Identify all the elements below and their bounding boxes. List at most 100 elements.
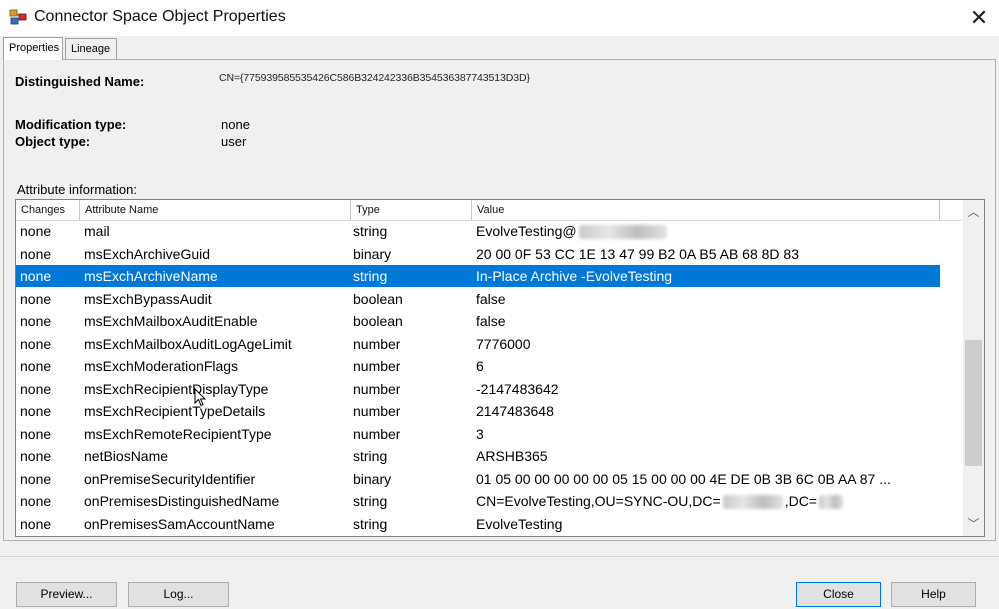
cell-type: boolean [353, 313, 403, 329]
cell-value: false [476, 313, 506, 329]
cell-changes: none [20, 448, 52, 464]
window-title: Connector Space Object Properties [34, 8, 286, 25]
cell-type: string [353, 515, 388, 532]
cell-type: number [353, 335, 401, 352]
help-button[interactable]: Help [891, 582, 976, 607]
cell-attribute-name: msExchArchiveName [84, 268, 218, 284]
cell-value: 6 [476, 358, 484, 374]
column-header-type[interactable]: Type [351, 200, 472, 220]
cell-attribute-name: onPremisesSamAccountName [84, 515, 275, 532]
cell-changes: none [20, 223, 52, 239]
cell-value: false [476, 290, 506, 307]
scroll-up-arrow-icon[interactable]: ︿ [963, 202, 984, 222]
scrollbar-thumb[interactable] [965, 340, 982, 466]
cell-attribute-name: onPremiseSecurityIdentifier [84, 470, 256, 487]
cell-type: string [353, 493, 388, 509]
attribute-grid[interactable]: Changes Attribute Name Type Value none m… [15, 199, 985, 537]
mouse-cursor-icon [194, 388, 206, 407]
distinguished-name-value: CN={775939585535426C586B324242336B354536… [219, 72, 530, 84]
table-row-selected[interactable]: none msExchArchiveName string In-Place A… [16, 265, 940, 287]
object-type-value: user [221, 134, 247, 149]
tab-lineage[interactable]: Lineage [65, 38, 117, 59]
table-row[interactable]: none msExchRecipientTypeDetails number 2… [16, 400, 940, 422]
cell-attribute-name: msExchRemoteRecipientType [84, 425, 272, 442]
redacted-blur [578, 225, 667, 240]
cell-value: EvolveTesting [476, 515, 563, 532]
cell-changes: none [20, 245, 52, 262]
cell-attribute-name: mail [84, 223, 110, 239]
cell-value: CN=EvolveTesting,OU=SYNC-OU,DC= ,DC= [476, 490, 845, 512]
cell-type: string [353, 448, 388, 464]
cell-type: number [353, 403, 401, 419]
cell-attribute-name: msExchRecipientTypeDetails [84, 403, 266, 419]
window-close-button[interactable]: ✕ [962, 3, 996, 33]
footer-separator [0, 556, 999, 557]
table-row[interactable]: none msExchMailboxAuditLogAgeLimit numbe… [16, 333, 940, 355]
table-row[interactable]: none msExchBypassAudit boolean false [16, 288, 940, 310]
cell-changes: none [20, 290, 52, 307]
column-header-changes[interactable]: Changes [16, 200, 80, 220]
cell-attribute-name: msExchRecipientDisplayType [84, 380, 269, 397]
distinguished-name-label: Distinguished Name: [15, 74, 145, 89]
attribute-info-label: Attribute information: [17, 182, 137, 197]
cell-type: string [353, 268, 388, 284]
connector-space-app-icon [9, 9, 27, 25]
title-bar: Connector Space Object Properties ✕ [0, 0, 999, 36]
modification-type-label: Modification type: [15, 117, 127, 132]
redacted-blur [722, 495, 783, 510]
cell-value: 20 00 0F 53 CC 1E 13 47 99 B2 0A B5 AB 6… [476, 245, 800, 262]
object-type-label: Object type: [15, 134, 91, 149]
table-row[interactable]: none onPremisesDistinguishedName string … [16, 490, 940, 512]
column-header-value[interactable]: Value [472, 200, 940, 220]
table-row[interactable]: none msExchRecipientDisplayType number -… [16, 378, 940, 400]
cell-value: EvolveTesting@ [476, 220, 669, 242]
column-header-attribute-name[interactable]: Attribute Name [80, 200, 351, 220]
modification-type-value: none [221, 117, 250, 132]
cell-value: 2147483648 [476, 403, 554, 419]
cell-type: binary [353, 470, 392, 487]
table-row[interactable]: none msExchArchiveGuid binary 20 00 0F 5… [16, 243, 940, 265]
cell-value: ARSHB365 [476, 448, 548, 464]
cell-type: number [353, 380, 401, 397]
cell-value: 7776000 [476, 335, 531, 352]
cell-changes: none [20, 493, 52, 509]
cell-changes: none [20, 268, 52, 284]
cell-attribute-name: msExchBypassAudit [84, 290, 212, 307]
table-row[interactable]: none mail string EvolveTesting@ [16, 220, 940, 242]
cell-value: 01 05 00 00 00 00 00 05 15 00 00 00 4E D… [476, 470, 891, 487]
cell-changes: none [20, 515, 52, 532]
redacted-blur [818, 495, 843, 510]
cell-value: -2147483642 [476, 380, 559, 397]
cell-changes: none [20, 470, 52, 487]
tab-properties[interactable]: Properties [3, 37, 63, 60]
vertical-scrollbar[interactable]: ︿ ﹀ [963, 200, 984, 536]
table-row[interactable]: none msExchMailboxAuditEnable boolean fa… [16, 310, 940, 332]
cell-changes: none [20, 313, 52, 329]
cell-type: number [353, 425, 401, 442]
cell-attribute-name: msExchMailboxAuditEnable [84, 313, 258, 329]
table-row[interactable]: none onPremisesSamAccountName string Evo… [16, 513, 940, 535]
cell-changes: none [20, 358, 52, 374]
cell-value: In-Place Archive -EvolveTesting [476, 268, 673, 284]
table-row[interactable]: none netBiosName string ARSHB365 [16, 445, 940, 467]
cell-changes: none [20, 425, 52, 442]
cell-changes: none [20, 403, 52, 419]
table-row[interactable]: none msExchRemoteRecipientType number 3 [16, 423, 940, 445]
scroll-down-arrow-icon[interactable]: ﹀ [963, 514, 984, 534]
cell-changes: none [20, 380, 52, 397]
close-button[interactable]: Close [796, 582, 881, 607]
cell-attribute-name: msExchArchiveGuid [84, 245, 211, 262]
cell-attribute-name: msExchModerationFlags [84, 358, 239, 374]
cell-type: binary [353, 245, 392, 262]
cell-value: 3 [476, 425, 484, 442]
cell-changes: none [20, 335, 52, 352]
log-button[interactable]: Log... [128, 582, 229, 607]
cell-type: boolean [353, 290, 403, 307]
cell-attribute-name: onPremisesDistinguishedName [84, 493, 280, 509]
cell-attribute-name: msExchMailboxAuditLogAgeLimit [84, 335, 292, 352]
cell-type: string [353, 223, 388, 239]
cell-type: number [353, 358, 401, 374]
table-row[interactable]: none onPremiseSecurityIdentifier binary … [16, 468, 940, 490]
table-row[interactable]: none msExchModerationFlags number 6 [16, 355, 940, 377]
preview-button[interactable]: Preview... [16, 582, 117, 607]
